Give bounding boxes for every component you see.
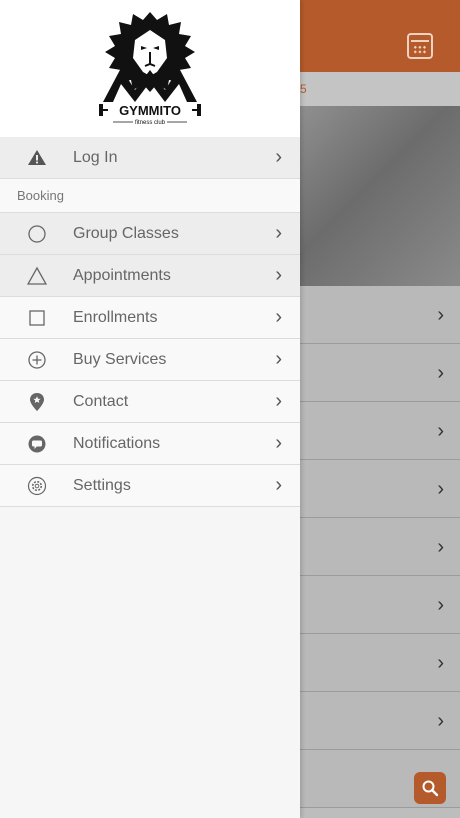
menu-item-label: Group Classes bbox=[73, 225, 179, 242]
triangle-icon bbox=[27, 266, 47, 285]
chevron-right-icon: › bbox=[437, 652, 444, 674]
chevron-right-icon: › bbox=[437, 536, 444, 558]
menu-item-label: Appointments bbox=[73, 267, 171, 284]
lion-logo: GYMMITO fitness club bbox=[99, 11, 201, 126]
plus-circle-icon bbox=[28, 351, 46, 369]
menu-item-notifications[interactable]: Notifications › bbox=[0, 423, 300, 465]
menu-item-label: Notifications bbox=[73, 435, 161, 452]
section-label: Booking bbox=[17, 188, 64, 203]
side-drawer: GYMMITO fitness club Log In › Booking Gr… bbox=[0, 0, 300, 818]
chevron-right-icon: › bbox=[275, 146, 282, 168]
menu-item-settings[interactable]: Settings › bbox=[0, 465, 300, 507]
search-button[interactable] bbox=[414, 772, 446, 804]
menu-item-label: Contact bbox=[73, 393, 129, 410]
menu-item-label: Buy Services bbox=[73, 351, 167, 368]
chevron-right-icon: › bbox=[275, 390, 282, 412]
location-pin-icon bbox=[30, 393, 44, 411]
brand-tagline: fitness club bbox=[135, 120, 166, 126]
chevron-right-icon: › bbox=[437, 362, 444, 384]
chevron-right-icon: › bbox=[437, 710, 444, 732]
search-icon bbox=[422, 780, 439, 797]
gear-icon bbox=[27, 476, 47, 496]
chevron-right-icon: › bbox=[437, 594, 444, 616]
chevron-right-icon: › bbox=[437, 478, 444, 500]
chevron-right-icon: › bbox=[275, 348, 282, 370]
chat-bubble-icon bbox=[28, 435, 46, 453]
circle-icon bbox=[28, 225, 46, 243]
menu-item-appointments[interactable]: Appointments › bbox=[0, 255, 300, 297]
chevron-right-icon: › bbox=[437, 420, 444, 442]
chevron-right-icon: › bbox=[437, 304, 444, 326]
menu-item-label: Enrollments bbox=[73, 309, 158, 326]
section-header-booking: Booking bbox=[0, 179, 300, 213]
square-icon bbox=[29, 310, 45, 326]
menu-item-group-classes[interactable]: Group Classes › bbox=[0, 213, 300, 255]
menu-item-enrollments[interactable]: Enrollments › bbox=[0, 297, 300, 339]
chevron-right-icon: › bbox=[275, 474, 282, 496]
date-text: 5 bbox=[300, 82, 307, 96]
chevron-right-icon: › bbox=[275, 306, 282, 328]
brand-logo: GYMMITO fitness club bbox=[0, 0, 300, 137]
menu-item-label: Settings bbox=[73, 477, 131, 494]
chevron-right-icon: › bbox=[275, 432, 282, 454]
menu-item-contact[interactable]: Contact › bbox=[0, 381, 300, 423]
chevron-right-icon: › bbox=[275, 222, 282, 244]
menu-item-label: Log In bbox=[73, 149, 118, 166]
menu-item-login[interactable]: Log In › bbox=[0, 137, 300, 179]
brand-name: GYMMITO bbox=[119, 103, 181, 118]
warning-icon bbox=[28, 150, 46, 165]
menu-item-buy-services[interactable]: Buy Services › bbox=[0, 339, 300, 381]
calendar-icon[interactable] bbox=[407, 33, 433, 59]
chevron-right-icon: › bbox=[275, 264, 282, 286]
